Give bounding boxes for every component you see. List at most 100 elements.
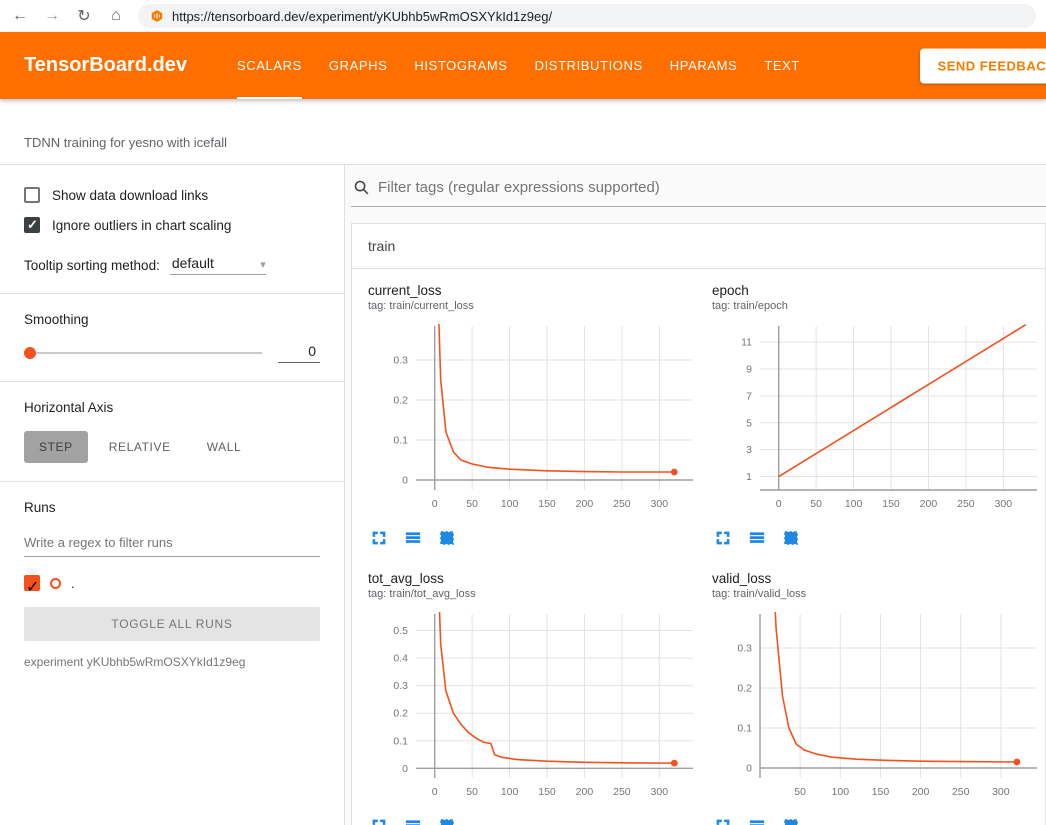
runs-filter-input[interactable] bbox=[24, 531, 320, 557]
svg-text:50: 50 bbox=[466, 786, 478, 798]
smoothing-slider[interactable] bbox=[24, 352, 262, 354]
run-list-item[interactable]: ✓ . bbox=[24, 575, 320, 591]
fit-domain-icon[interactable] bbox=[782, 529, 800, 547]
expand-chart-icon[interactable] bbox=[370, 817, 388, 825]
chart-title: epoch bbox=[712, 283, 1042, 298]
svg-text:0.2: 0.2 bbox=[393, 395, 408, 407]
checkbox-unchecked-icon[interactable] bbox=[24, 187, 40, 203]
smoothing-label: Smoothing bbox=[24, 312, 320, 327]
chart-title: valid_loss bbox=[712, 571, 1042, 586]
forward-icon[interactable]: → bbox=[42, 7, 62, 25]
svg-text:50: 50 bbox=[794, 786, 806, 798]
line-chart[interactable]: 0501001502002503001357911 bbox=[712, 318, 1042, 523]
content: Show data download links ✓ Ignore outlie… bbox=[0, 165, 1046, 825]
svg-text:0.3: 0.3 bbox=[393, 355, 408, 367]
chart-toolbar bbox=[712, 523, 1042, 553]
chart-title: tot_avg_loss bbox=[368, 571, 698, 586]
svg-text:50: 50 bbox=[466, 498, 478, 510]
svg-text:0.1: 0.1 bbox=[393, 735, 408, 747]
run-color-icon bbox=[50, 578, 61, 589]
svg-text:0: 0 bbox=[432, 498, 438, 510]
svg-text:1: 1 bbox=[746, 471, 752, 483]
check-icon: ✓ bbox=[26, 579, 39, 596]
ignore-outliers-checkbox-row[interactable]: ✓ Ignore outliers in chart scaling bbox=[24, 217, 320, 233]
expand-chart-icon[interactable] bbox=[714, 529, 732, 547]
show-download-links-checkbox-row[interactable]: Show data download links bbox=[24, 187, 320, 203]
svg-text:0: 0 bbox=[746, 763, 752, 775]
svg-text:0.3: 0.3 bbox=[393, 680, 408, 692]
chart-card-current-loss: current_loss tag: train/current_loss 050… bbox=[368, 283, 698, 553]
tab-distributions[interactable]: DISTRIBUTIONS bbox=[535, 32, 643, 99]
check-icon: ✓ bbox=[27, 217, 38, 233]
expand-chart-icon[interactable] bbox=[370, 529, 388, 547]
run-checkbox-icon[interactable]: ✓ bbox=[24, 575, 40, 591]
address-bar[interactable]: https://tensorboard.dev/experiment/yKUbh… bbox=[138, 4, 1036, 28]
app-header: TensorBoard.dev SCALARS GRAPHS HISTOGRAM… bbox=[0, 32, 1046, 99]
line-chart[interactable]: 05010015020025030000.10.20.3 bbox=[368, 318, 698, 523]
chart-card-epoch: epoch tag: train/epoch 05010015020025030… bbox=[712, 283, 1042, 553]
svg-text:250: 250 bbox=[957, 498, 975, 510]
axis-relative-button[interactable]: RELATIVE bbox=[94, 431, 186, 463]
data-table-icon[interactable] bbox=[748, 817, 766, 825]
fit-domain-icon[interactable] bbox=[438, 529, 456, 547]
svg-text:0.1: 0.1 bbox=[393, 435, 408, 447]
svg-text:200: 200 bbox=[912, 786, 930, 798]
svg-text:9: 9 bbox=[746, 364, 752, 376]
svg-text:100: 100 bbox=[832, 786, 850, 798]
section-header-train[interactable]: train bbox=[352, 224, 1045, 269]
tag-filter-input[interactable] bbox=[378, 179, 1046, 196]
tab-scalars[interactable]: SCALARS bbox=[237, 32, 302, 99]
divider bbox=[0, 381, 344, 382]
axis-wall-button[interactable]: WALL bbox=[192, 431, 257, 463]
back-icon[interactable]: ← bbox=[10, 7, 30, 25]
tab-graphs[interactable]: GRAPHS bbox=[329, 32, 388, 99]
svg-text:250: 250 bbox=[613, 786, 631, 798]
axis-step-button[interactable]: STEP bbox=[24, 431, 88, 463]
fit-domain-icon[interactable] bbox=[438, 817, 456, 825]
slider-thumb[interactable] bbox=[24, 347, 36, 359]
browser-toolbar: ← → ↻ ⌂ https://tensorboard.dev/experime… bbox=[0, 0, 1046, 32]
tab-text[interactable]: TEXT bbox=[764, 32, 800, 99]
svg-text:200: 200 bbox=[576, 786, 594, 798]
line-chart[interactable]: 05010015020025030000.10.20.30.40.5 bbox=[368, 606, 698, 811]
fit-domain-icon[interactable] bbox=[782, 817, 800, 825]
refresh-icon[interactable]: ↻ bbox=[74, 6, 94, 26]
chart-card-tot-avg-loss: tot_avg_loss tag: train/tot_avg_loss 050… bbox=[368, 571, 698, 825]
chart-toolbar bbox=[368, 523, 698, 553]
svg-text:250: 250 bbox=[952, 786, 970, 798]
train-section-card: train current_loss tag: train/current_lo… bbox=[351, 223, 1046, 825]
data-table-icon[interactable] bbox=[404, 817, 422, 825]
svg-text:200: 200 bbox=[920, 498, 938, 510]
experiment-bar: TDNN training for yesno with icefall bbox=[0, 99, 1046, 165]
svg-text:100: 100 bbox=[501, 498, 519, 510]
horizontal-axis-label: Horizontal Axis bbox=[24, 400, 320, 415]
tab-histograms[interactable]: HISTOGRAMS bbox=[414, 32, 507, 99]
experiment-note: experiment yKUbhb5wRmOSXYkId1z9eg bbox=[24, 655, 320, 669]
home-icon[interactable]: ⌂ bbox=[106, 7, 126, 25]
chart-toolbar bbox=[712, 811, 1042, 825]
site-favicon-icon bbox=[150, 9, 164, 23]
svg-text:11: 11 bbox=[741, 337, 752, 349]
svg-text:300: 300 bbox=[992, 786, 1010, 798]
svg-text:250: 250 bbox=[613, 498, 631, 510]
svg-text:100: 100 bbox=[501, 786, 519, 798]
data-table-icon[interactable] bbox=[748, 529, 766, 547]
data-table-icon[interactable] bbox=[404, 529, 422, 547]
checkbox-checked-icon[interactable]: ✓ bbox=[24, 217, 40, 233]
chart-tag: tag: train/epoch bbox=[712, 300, 1042, 312]
tooltip-sorting-dropdown[interactable]: default ▾ bbox=[170, 255, 266, 275]
send-feedback-button[interactable]: SEND FEEDBACK bbox=[920, 48, 1046, 83]
svg-text:300: 300 bbox=[995, 498, 1013, 510]
chart-card-valid-loss: valid_loss tag: train/valid_loss 5010015… bbox=[712, 571, 1042, 825]
divider bbox=[0, 293, 344, 294]
smoothing-value[interactable]: 0 bbox=[278, 343, 320, 363]
experiment-title: TDNN training for yesno with icefall bbox=[24, 135, 1022, 150]
line-chart[interactable]: 5010015020025030000.10.20.3 bbox=[712, 606, 1042, 811]
svg-text:300: 300 bbox=[651, 498, 669, 510]
page: ← → ↻ ⌂ https://tensorboard.dev/experime… bbox=[0, 0, 1046, 825]
svg-text:0.2: 0.2 bbox=[737, 683, 752, 695]
tab-hparams[interactable]: HPARAMS bbox=[670, 32, 738, 99]
brand-title: TensorBoard.dev bbox=[24, 54, 187, 77]
toggle-all-runs-button[interactable]: TOGGLE ALL RUNS bbox=[24, 607, 320, 641]
expand-chart-icon[interactable] bbox=[714, 817, 732, 825]
